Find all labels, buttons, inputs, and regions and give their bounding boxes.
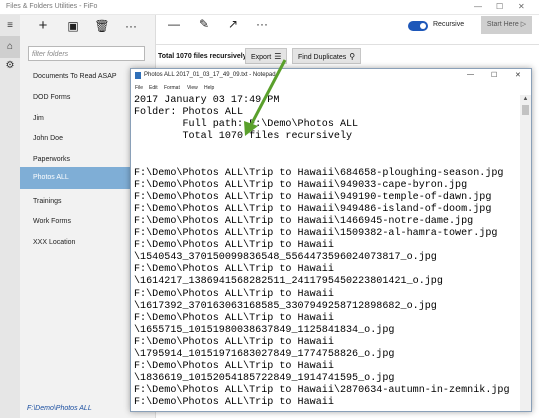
- status-path: F:\Demo\Photos ALL: [27, 405, 92, 412]
- text-line: [134, 155, 517, 167]
- text-line: Folder: Photos ALL: [134, 107, 244, 119]
- text-line: 2017 January 03 17:49 PM: [134, 95, 280, 106]
- text-line: \1836619_10152054185722849_1914741595_o.…: [134, 373, 395, 385]
- text-line: \1795914_10151971683027849_1774758826_o.…: [134, 348, 395, 360]
- notepad-text-area[interactable]: 2017 January 03 17:49 PM Folder: Photos A…: [134, 95, 517, 411]
- text-line: F:\Demo\Photos ALL\Trip to Hawaii\150938…: [134, 228, 498, 240]
- save-icon[interactable]: ▣: [62, 17, 84, 35]
- more-options-icon[interactable]: ···: [120, 17, 142, 35]
- text-line: Total 1070 files recursively: [134, 131, 353, 143]
- start-here-label: Start Here: [486, 21, 519, 28]
- maximize-icon[interactable]: ☐: [496, 2, 503, 11]
- text-line: F:\Demo\Photos ALL\Trip to Hawaii: [134, 240, 334, 252]
- export-button[interactable]: Export ☰: [245, 48, 288, 64]
- menu-file[interactable]: File: [135, 85, 143, 91]
- app-titlebar: Files & Folders Utilities - FiFo — ☐ ✕: [0, 0, 539, 15]
- text-line: F:\Demo\Photos ALL\Trip to Hawaii: [134, 312, 334, 324]
- notepad-titlebar: Photos ALL 2017_01_03_17_49_09.txt - Not…: [131, 69, 531, 83]
- menu-edit[interactable]: Edit: [149, 85, 158, 91]
- text-line: F:\Demo\Photos ALL\Trip to Hawaii: [134, 264, 334, 276]
- text-line: \1617392_370163063168585_330794925871289…: [134, 300, 437, 312]
- text-line: [134, 143, 517, 155]
- start-here-button[interactable]: Start Here ▷: [481, 16, 532, 34]
- notepad-menubar: File Edit Format View Help: [131, 83, 531, 93]
- text-line: F:\Demo\Photos ALL\Trip to Hawaii\287063…: [134, 385, 510, 397]
- toolbar-divider: [156, 44, 539, 45]
- scroll-thumb[interactable]: [522, 105, 529, 115]
- list-icon: ☰: [274, 52, 282, 61]
- find-duplicates-button[interactable]: Find Duplicates ⚲: [292, 48, 362, 64]
- notepad-title: Photos ALL 2017_01_03_17_49_09.txt - Not…: [144, 72, 276, 78]
- text-line: F:\Demo\Photos ALL\Trip to Hawaii\949033…: [134, 179, 468, 191]
- minimize-icon[interactable]: —: [474, 2, 482, 11]
- text-line: \1540543_370150099836548_556447359602407…: [134, 252, 437, 264]
- menu-format[interactable]: Format: [164, 85, 180, 91]
- text-line: F:\Demo\Photos ALL\Trip to Hawaii: [134, 361, 334, 373]
- add-folder-icon[interactable]: +: [32, 17, 54, 35]
- text-line: \1614217_1386941568282511_24117954502238…: [134, 276, 443, 288]
- find-duplicates-label: Find Duplicates: [298, 54, 347, 61]
- text-line: F:\Demo\Photos ALL\Trip to Hawaii\146694…: [134, 215, 474, 227]
- recursive-toggle[interactable]: [408, 21, 428, 31]
- app-title: Files & Folders Utilities - FiFo: [6, 3, 98, 10]
- settings-icon[interactable]: ⚙: [4, 60, 16, 72]
- hamburger-menu-icon[interactable]: ≡: [4, 20, 16, 32]
- toggle-knob: [420, 23, 426, 29]
- home-icon[interactable]: ⌂: [4, 41, 16, 53]
- text-line: F:\Demo\Photos ALL\Trip to Hawaii: [134, 336, 334, 348]
- nav-rail: ≡ ⌂ ⚙: [0, 15, 20, 418]
- menu-view[interactable]: View: [187, 85, 198, 91]
- open-external-icon[interactable]: ↗: [228, 17, 238, 31]
- notepad-window: Photos ALL 2017_01_03_17_49_09.txt - Not…: [130, 68, 532, 412]
- notepad-close-icon[interactable]: ✕: [515, 71, 521, 79]
- search-icon: ⚲: [349, 52, 356, 61]
- more-options-icon[interactable]: ···: [256, 17, 268, 31]
- recursive-label: Recursive: [433, 21, 465, 28]
- export-label: Export: [251, 54, 272, 61]
- close-icon[interactable]: ✕: [518, 2, 525, 11]
- notepad-scrollbar[interactable]: ▲: [520, 95, 531, 411]
- filter-folders-input[interactable]: filter folders: [28, 46, 145, 61]
- menu-help[interactable]: Help: [204, 85, 214, 91]
- text-line: Full path: F:\Demo\Photos ALL: [134, 119, 359, 131]
- total-files-summary: Total 1070 files recursively: [158, 53, 247, 60]
- edit-icon[interactable]: ✎: [199, 17, 209, 31]
- text-line: F:\Demo\Photos ALL\Trip to Hawaii: [134, 288, 334, 300]
- notepad-icon: [135, 72, 141, 79]
- text-line: F:\Demo\Photos ALL\Trip to Hawaii\949190…: [134, 191, 492, 203]
- scroll-up-icon[interactable]: ▲: [520, 95, 531, 104]
- line-tool-icon[interactable]: —: [168, 17, 180, 31]
- text-line: F:\Demo\Photos ALL\Trip to Hawaii\684658…: [134, 167, 504, 179]
- play-icon: ▷: [520, 21, 527, 28]
- notepad-maximize-icon[interactable]: ☐: [491, 71, 497, 79]
- text-line: \1655715_10151980038637849_1125841834_o.…: [134, 324, 395, 336]
- notepad-minimize-icon[interactable]: —: [467, 71, 474, 78]
- delete-icon[interactable]: 🗑: [91, 17, 113, 35]
- text-line: F:\Demo\Photos ALL\Trip to Hawaii: [134, 397, 334, 409]
- text-line: F:\Demo\Photos ALL\Trip to Hawaii\949486…: [134, 203, 492, 215]
